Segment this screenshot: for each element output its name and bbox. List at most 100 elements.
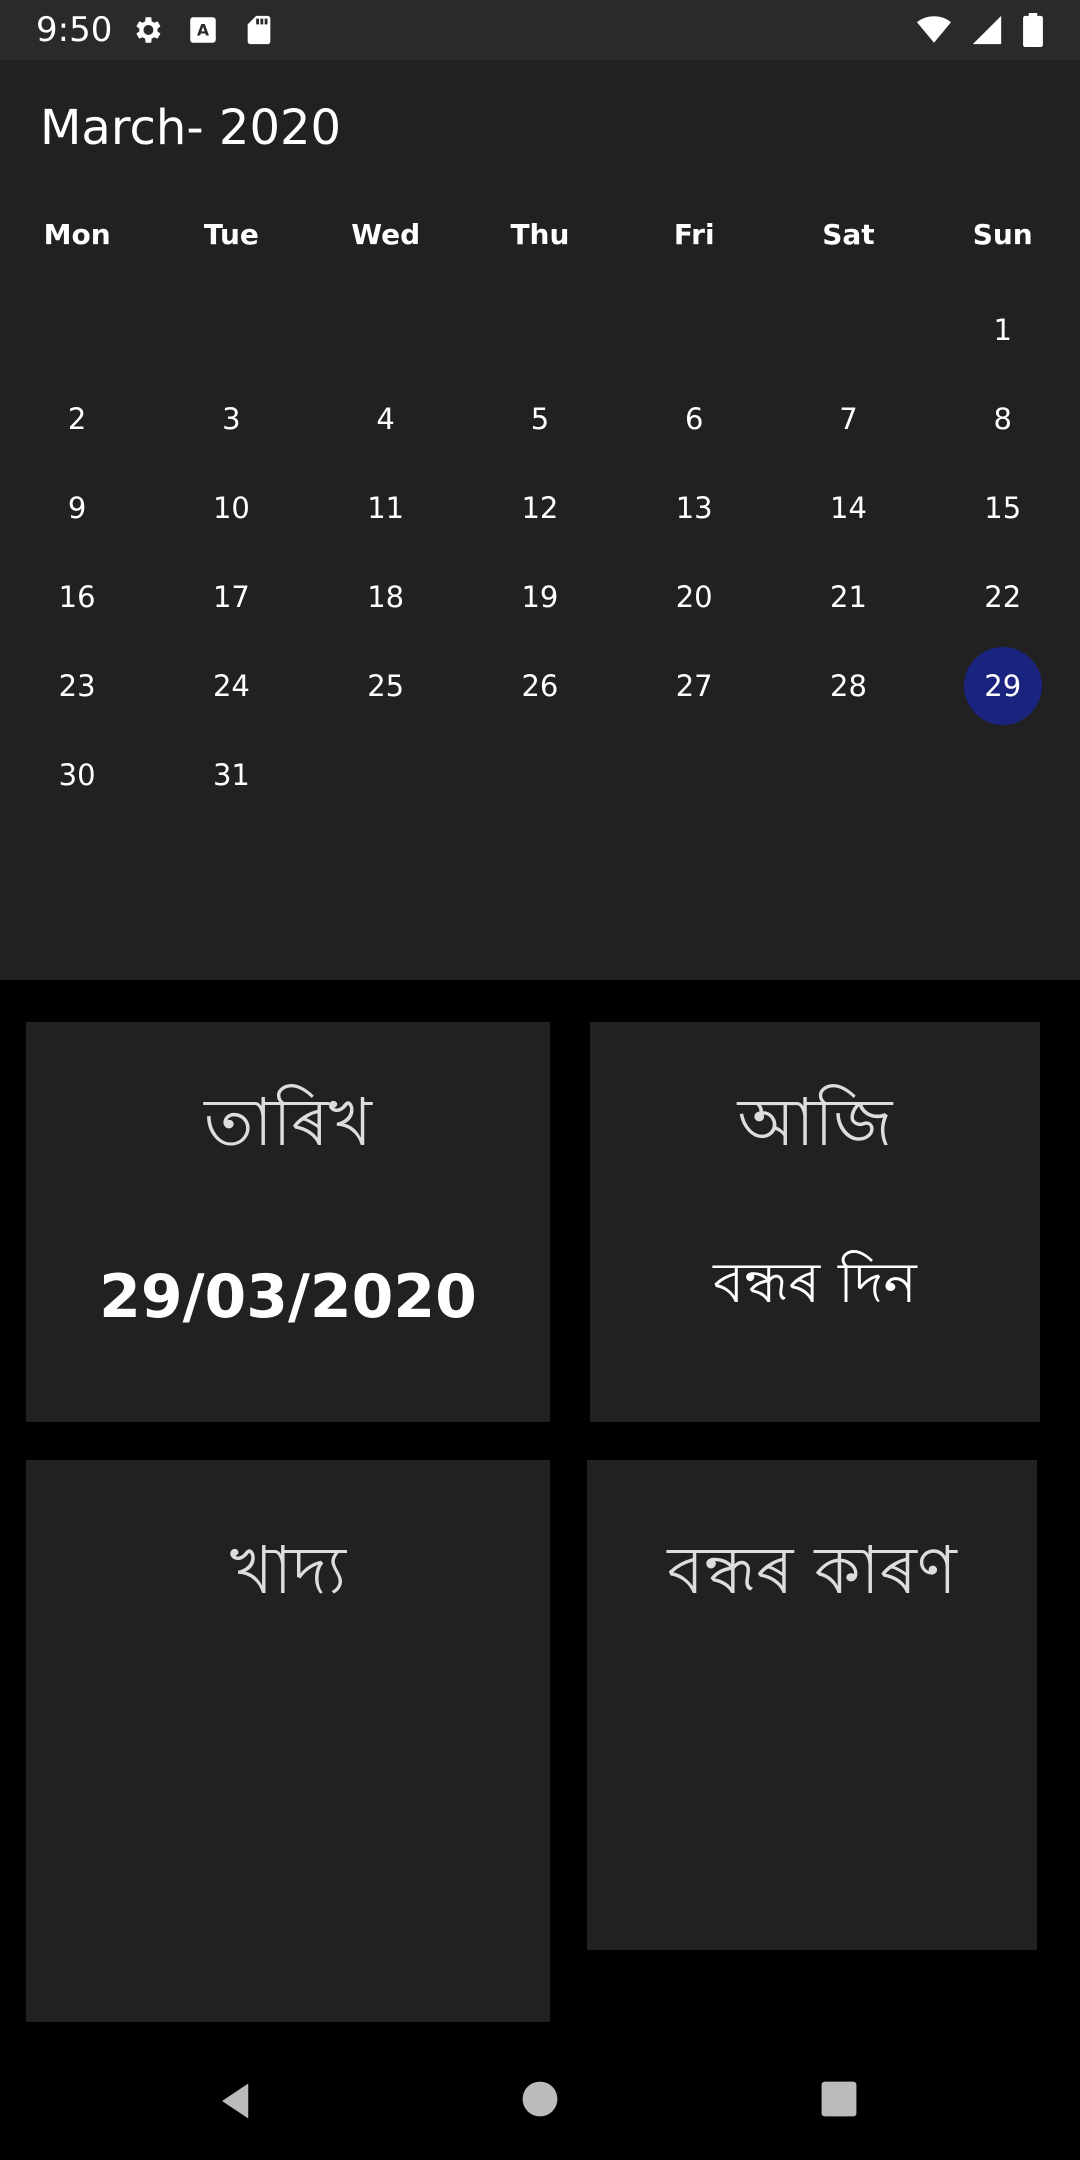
calendar-day[interactable]: 3: [154, 374, 308, 463]
calendar-day[interactable]: 26: [463, 641, 617, 730]
calendar-day[interactable]: 31: [154, 730, 308, 819]
day-number: 29: [963, 646, 1042, 725]
reason-card-title: বন্ধৰ কাৰণ: [667, 1532, 957, 1609]
day-empty: [154, 285, 308, 374]
calendar-day[interactable]: 15: [926, 463, 1080, 552]
calendar-day[interactable]: 18: [309, 552, 463, 641]
weekday-label: Wed: [351, 217, 421, 251]
date-card[interactable]: তাৰিখ 29/03/2020: [26, 1022, 550, 1422]
day-number: 2: [67, 401, 87, 436]
day-number: 1: [993, 312, 1012, 347]
calendar-day[interactable]: 28: [771, 641, 925, 730]
day-number: 30: [58, 757, 96, 792]
today-card-value: বন্ধৰ দিন: [713, 1251, 917, 1316]
calendar-days: 1 2 3 4 5 6 7 8 9 10 11 12 13 14 15 16 17 18 19 20 21 22 23 24 2…: [0, 285, 1080, 819]
home-icon[interactable]: [521, 2080, 559, 2122]
day-empty: [617, 285, 771, 374]
reason-card[interactable]: বন্ধৰ কাৰণ: [587, 1460, 1037, 1950]
calendar-day[interactable]: 24: [154, 641, 308, 730]
day-number: 13: [675, 490, 713, 525]
calendar: Mon Tue Wed Thu Fri Sat Sun 1 2 3 4 5 6 7 8 9 10 11 12 13 1…: [0, 200, 1080, 980]
day-number: 17: [212, 579, 250, 614]
calendar-day[interactable]: 17: [154, 552, 308, 641]
svg-text:A: A: [197, 22, 209, 40]
day-number: 7: [839, 401, 858, 436]
calendar-day[interactable]: 8: [926, 374, 1080, 463]
day-number: 24: [212, 668, 250, 703]
calendar-day[interactable]: 20: [617, 552, 771, 641]
weekday-label: Mon: [43, 217, 111, 251]
day-number: 5: [530, 401, 550, 436]
calendar-day[interactable]: 10: [154, 463, 308, 552]
day-number: 28: [830, 668, 867, 703]
day-empty: [771, 285, 925, 374]
day-number: 26: [521, 668, 559, 703]
date-card-title: তাৰিখ: [203, 1084, 373, 1161]
month-title: March- 2020: [40, 100, 342, 156]
calendar-day-selected[interactable]: 29: [926, 641, 1080, 730]
calendar-day[interactable]: 19: [463, 552, 617, 641]
weekday-header: Mon Tue Wed Thu Fri Sat Sun: [0, 200, 1080, 268]
recents-icon[interactable]: [820, 2080, 858, 2122]
calendar-day[interactable]: 12: [463, 463, 617, 552]
food-card-title: খাদ্য: [229, 1532, 347, 1609]
day-number: 25: [367, 668, 405, 703]
day-number: 10: [212, 490, 250, 525]
calendar-day[interactable]: 21: [771, 552, 925, 641]
signal-icon: [970, 13, 1004, 51]
calendar-day[interactable]: 23: [0, 641, 154, 730]
sd-card-icon: [242, 13, 276, 51]
day-number: 4: [376, 401, 395, 436]
status-time: 9:50: [36, 10, 113, 50]
day-number: 15: [984, 490, 1022, 525]
day-number: 6: [684, 401, 704, 436]
calendar-day[interactable]: 14: [771, 463, 925, 552]
calendar-day[interactable]: 11: [309, 463, 463, 552]
calendar-day[interactable]: 16: [0, 552, 154, 641]
day-number: 18: [367, 579, 405, 614]
food-card[interactable]: খাদ্য: [26, 1460, 550, 2022]
day-number: 23: [58, 668, 96, 703]
wifi-icon: [916, 13, 952, 51]
day-number: 16: [58, 579, 96, 614]
calendar-day[interactable]: 6: [617, 374, 771, 463]
day-number: 31: [212, 757, 250, 792]
weekday-label: Thu: [510, 217, 570, 251]
calendar-day[interactable]: 1: [926, 285, 1080, 374]
calendar-day[interactable]: 5: [463, 374, 617, 463]
day-number: 11: [367, 490, 405, 525]
weekday-label: Tue: [203, 217, 259, 251]
day-number: 27: [675, 668, 713, 703]
date-card-value: 29/03/2020: [99, 1262, 477, 1332]
day-number: 21: [830, 579, 867, 614]
day-number: 3: [222, 401, 241, 436]
calendar-day[interactable]: 25: [309, 641, 463, 730]
gear-icon: [130, 13, 164, 51]
today-card-title: আজি: [737, 1084, 893, 1161]
calendar-day[interactable]: 4: [309, 374, 463, 463]
calendar-day[interactable]: 13: [617, 463, 771, 552]
calendar-day[interactable]: 27: [617, 641, 771, 730]
day-number: 19: [521, 579, 559, 614]
calendar-day[interactable]: 2: [0, 374, 154, 463]
weekday-label: Fri: [673, 217, 715, 251]
weekday-label: Sat: [822, 217, 875, 251]
calendar-day[interactable]: 9: [0, 463, 154, 552]
font-download-icon: A: [186, 13, 220, 51]
calendar-day[interactable]: 22: [926, 552, 1080, 641]
back-icon[interactable]: [215, 2080, 257, 2126]
day-number: 14: [830, 490, 867, 525]
battery-icon: [1022, 13, 1044, 51]
day-empty: [0, 285, 154, 374]
weekday-label: Sun: [972, 217, 1033, 251]
day-empty: [463, 285, 617, 374]
day-number: 9: [67, 490, 87, 525]
day-number: 22: [984, 579, 1022, 614]
today-card[interactable]: আজি বন্ধৰ দিন: [590, 1022, 1040, 1422]
calendar-day[interactable]: 7: [771, 374, 925, 463]
day-number: 20: [675, 579, 713, 614]
day-empty: [309, 285, 463, 374]
calendar-day[interactable]: 30: [0, 730, 154, 819]
day-number: 8: [993, 401, 1012, 436]
day-number: 12: [521, 490, 559, 525]
